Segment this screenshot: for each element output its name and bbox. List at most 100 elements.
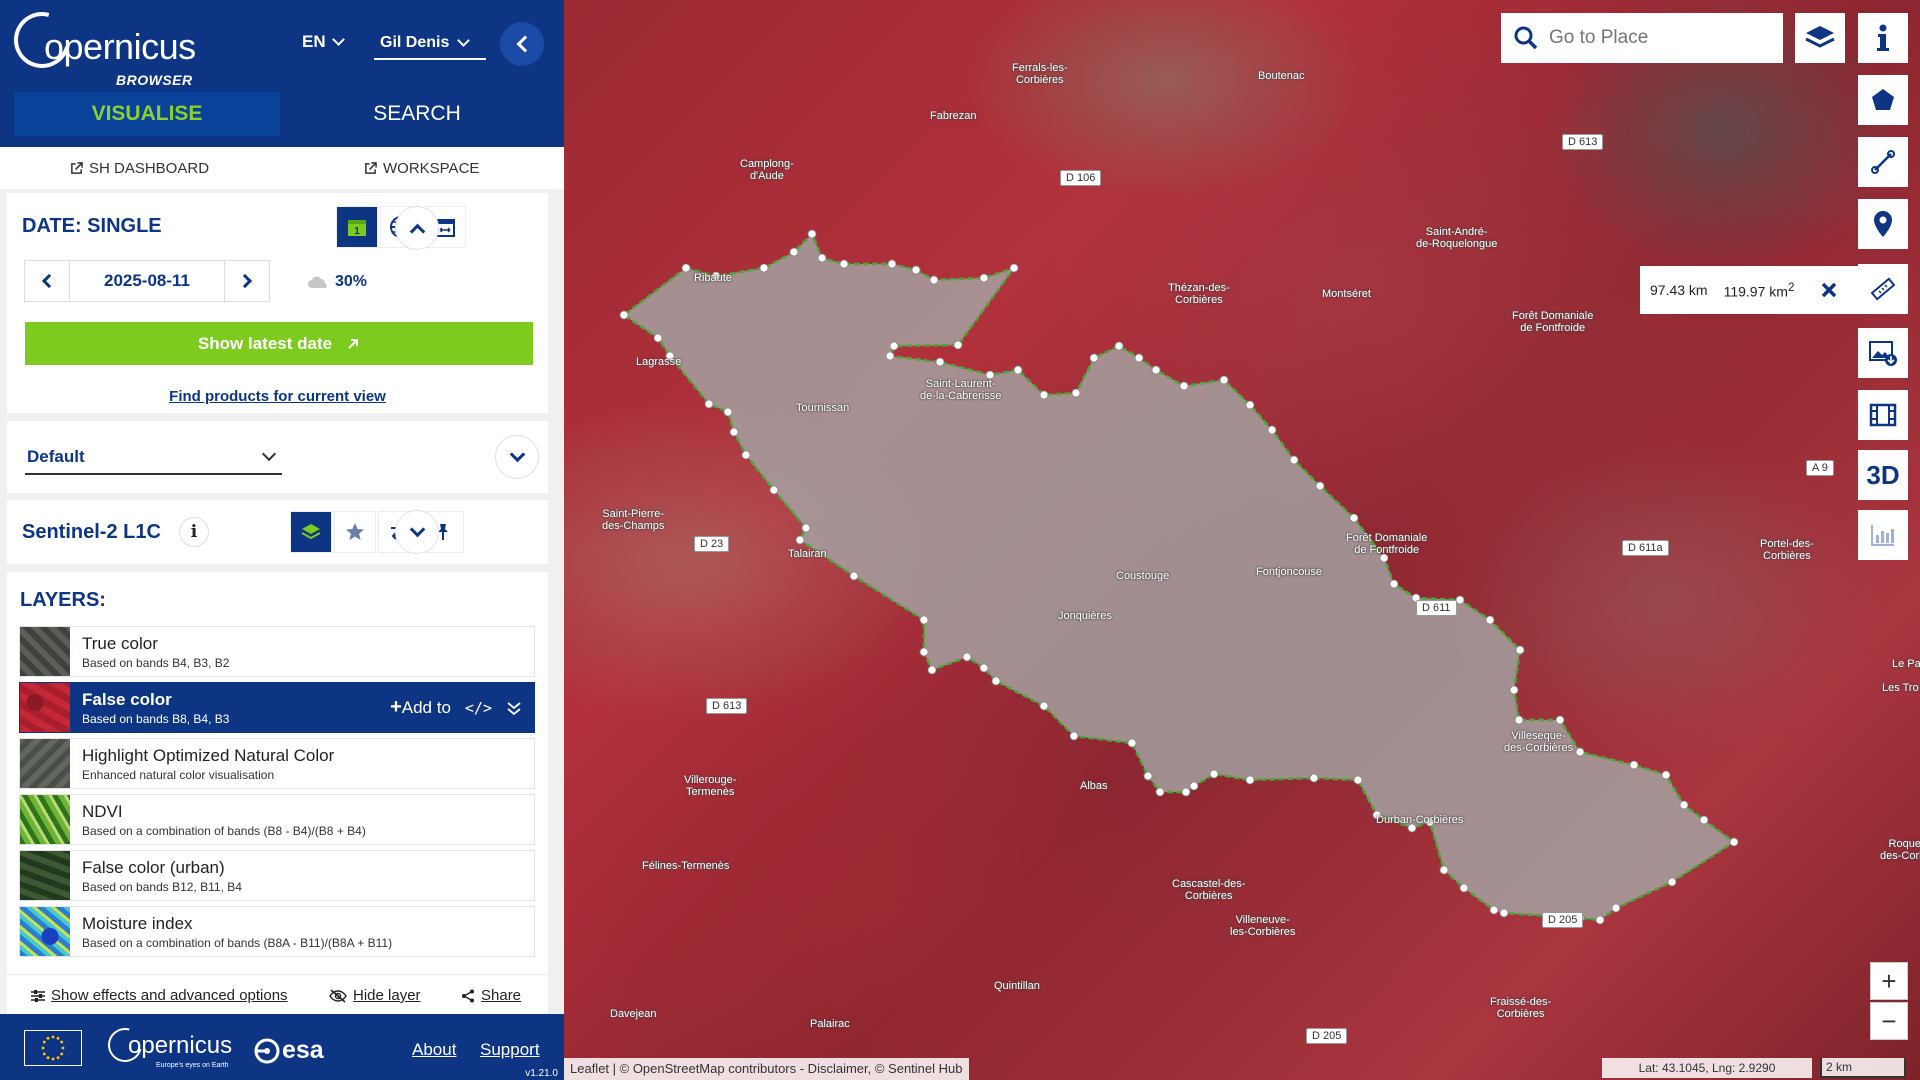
statistics-button[interactable] [1858, 510, 1908, 560]
polygon-vertex-handle[interactable] [991, 676, 1001, 686]
draw-line-button[interactable] [1858, 137, 1908, 187]
date-input[interactable]: 2025-08-11 [69, 261, 225, 301]
polygon-vertex-handle[interactable] [1151, 365, 1161, 375]
polygon-vertex-handle[interactable] [789, 247, 799, 257]
pins-favorite-button[interactable] [334, 511, 376, 553]
polygon-vertex-handle[interactable] [741, 450, 751, 460]
polygon-vertex-handle[interactable] [889, 341, 899, 351]
show-effects-link[interactable]: Show effects and advanced options [31, 987, 288, 1004]
workspace-link[interactable]: WORKSPACE [364, 160, 479, 177]
about-link[interactable]: About [412, 1040, 456, 1060]
polygon-vertex-handle[interactable] [1514, 715, 1524, 725]
layer-item-ndvi[interactable]: NDVI Based on a combination of bands (B8… [19, 794, 535, 845]
info-button[interactable] [1858, 13, 1908, 63]
polygon-vertex-handle[interactable] [681, 263, 691, 273]
polygon-vertex-handle[interactable] [1114, 341, 1124, 351]
polygon-vertex-handle[interactable] [1309, 773, 1319, 783]
polygon-vertex-handle[interactable] [1245, 400, 1255, 410]
sh-dashboard-link[interactable]: SH DASHBOARD [70, 160, 209, 177]
polygon-vertex-handle[interactable] [1209, 769, 1219, 779]
go-to-place-search[interactable] [1501, 13, 1783, 63]
polygon-vertex-handle[interactable] [1611, 903, 1621, 913]
polygon-vertex-handle[interactable] [953, 340, 963, 350]
esa-logo[interactable]: esa [254, 1036, 324, 1065]
polygon-vertex-handle[interactable] [1134, 353, 1144, 363]
expand-style-panel-button[interactable] [495, 435, 539, 479]
polygon-vertex-handle[interactable] [1629, 760, 1639, 770]
eu-flag-logo[interactable] [24, 1030, 82, 1066]
layer-item-moisture-index[interactable]: Moisture index Based on a combination of… [19, 906, 535, 957]
map-view[interactable]: Ferrals-les- Corbières Boutenac Fabrezan Ca… [564, 0, 1920, 1080]
tab-search[interactable]: SEARCH [284, 92, 550, 136]
polygon-vertex-handle[interactable] [1485, 615, 1495, 625]
polygon-vertex-handle[interactable] [1679, 800, 1689, 810]
layer-item-false-color-urban[interactable]: False color (urban) Based on bands B12, … [19, 850, 535, 901]
show-latest-date-button[interactable]: Show latest date [25, 322, 533, 365]
layer-item-highlight-optimized[interactable]: Highlight Optimized Natural Color Enhanc… [19, 738, 535, 789]
polygon-vertex-handle[interactable] [1245, 775, 1255, 785]
share-link[interactable]: Share [461, 987, 521, 1004]
polygon-vertex-handle[interactable] [1509, 685, 1519, 695]
polygon-vertex-handle[interactable] [1289, 455, 1299, 465]
polygon-vertex-handle[interactable] [795, 535, 805, 545]
polygon-vertex-handle[interactable] [653, 333, 663, 343]
polygon-vertex-handle[interactable] [1039, 390, 1049, 400]
style-select[interactable]: Default [25, 443, 282, 475]
map-attribution[interactable]: Leaflet | © OpenStreetMap contributors -… [564, 1058, 969, 1080]
polygon-vertex-handle[interactable] [1181, 787, 1191, 797]
collapse-sidebar-button[interactable] [500, 22, 544, 66]
polygon-vertex-handle[interactable] [723, 407, 733, 417]
copernicus-browser-logo[interactable]: opernicus BROWSER [3, 1, 204, 88]
polygon-vertex-handle[interactable] [1267, 425, 1277, 435]
expand-dataset-panel-button[interactable] [395, 510, 439, 554]
cloud-coverage[interactable]: 30% [307, 273, 367, 291]
polygon-vertex-handle[interactable] [927, 665, 937, 675]
polygon-vertex-handle[interactable] [1155, 787, 1165, 797]
polygon-vertex-handle[interactable] [1013, 365, 1023, 375]
polygon-vertex-handle[interactable] [1039, 701, 1049, 711]
polygon-vertex-handle[interactable] [759, 263, 769, 273]
polygon-vertex-handle[interactable] [919, 647, 929, 657]
marker-button[interactable] [1858, 199, 1908, 249]
measure-button[interactable] [1858, 264, 1908, 314]
polygon-vertex-handle[interactable] [979, 273, 989, 283]
polygon-vertex-handle[interactable] [1667, 877, 1677, 887]
layer-item-false-color[interactable]: False color Based on bands B8, B4, B3 +A… [19, 682, 535, 733]
polygon-vertex-handle[interactable] [1219, 375, 1229, 385]
image-download-button[interactable] [1858, 328, 1908, 378]
polygon-vertex-handle[interactable] [1349, 513, 1359, 523]
polygon-vertex-handle[interactable] [1699, 815, 1709, 825]
code-icon[interactable]: </> [465, 699, 492, 717]
tab-visualise[interactable]: VISUALISE [14, 92, 280, 136]
polygon-vertex-handle[interactable] [1315, 481, 1325, 491]
timelapse-button[interactable] [1858, 390, 1908, 440]
polygon-vertex-handle[interactable] [1071, 388, 1081, 398]
double-chevron-down-icon[interactable] [506, 700, 522, 716]
polygon-vertex-handle[interactable] [1179, 381, 1189, 391]
draw-polygon-button[interactable] [1858, 75, 1908, 125]
polygon-vertex-handle[interactable] [704, 399, 714, 409]
polygon-vertex-handle[interactable] [1189, 781, 1199, 791]
polygon-vertex-handle[interactable] [919, 615, 929, 625]
collapse-date-panel-button[interactable] [395, 206, 439, 250]
3d-view-button[interactable]: 3D [1858, 450, 1908, 500]
add-to-button[interactable]: +Add to [390, 696, 451, 719]
polygon-vertex-handle[interactable] [1009, 263, 1019, 273]
single-date-button[interactable]: 1 [336, 206, 378, 248]
polygon-vertex-handle[interactable] [1515, 645, 1525, 655]
layers-button[interactable] [290, 511, 332, 553]
polygon-vertex-handle[interactable] [1389, 579, 1399, 589]
polygon-vertex-handle[interactable] [962, 652, 972, 662]
polygon-vertex-handle[interactable] [619, 310, 629, 320]
copernicus-footer-logo[interactable]: opernicus Europe's eyes on Earth [101, 1021, 232, 1069]
layer-item-true-color[interactable]: True color Based on bands B4, B3, B2 [19, 626, 535, 677]
polygon-vertex-handle[interactable] [1143, 771, 1153, 781]
layers-switcher-button[interactable] [1795, 13, 1845, 63]
polygon-vertex-handle[interactable] [935, 357, 945, 367]
support-link[interactable]: Support [480, 1040, 540, 1060]
polygon-vertex-handle[interactable] [1661, 770, 1671, 780]
polygon-vertex-handle[interactable] [1127, 738, 1137, 748]
polygon-vertex-handle[interactable] [929, 275, 939, 285]
polygon-vertex-handle[interactable] [849, 571, 859, 581]
polygon-vertex-handle[interactable] [839, 259, 849, 269]
